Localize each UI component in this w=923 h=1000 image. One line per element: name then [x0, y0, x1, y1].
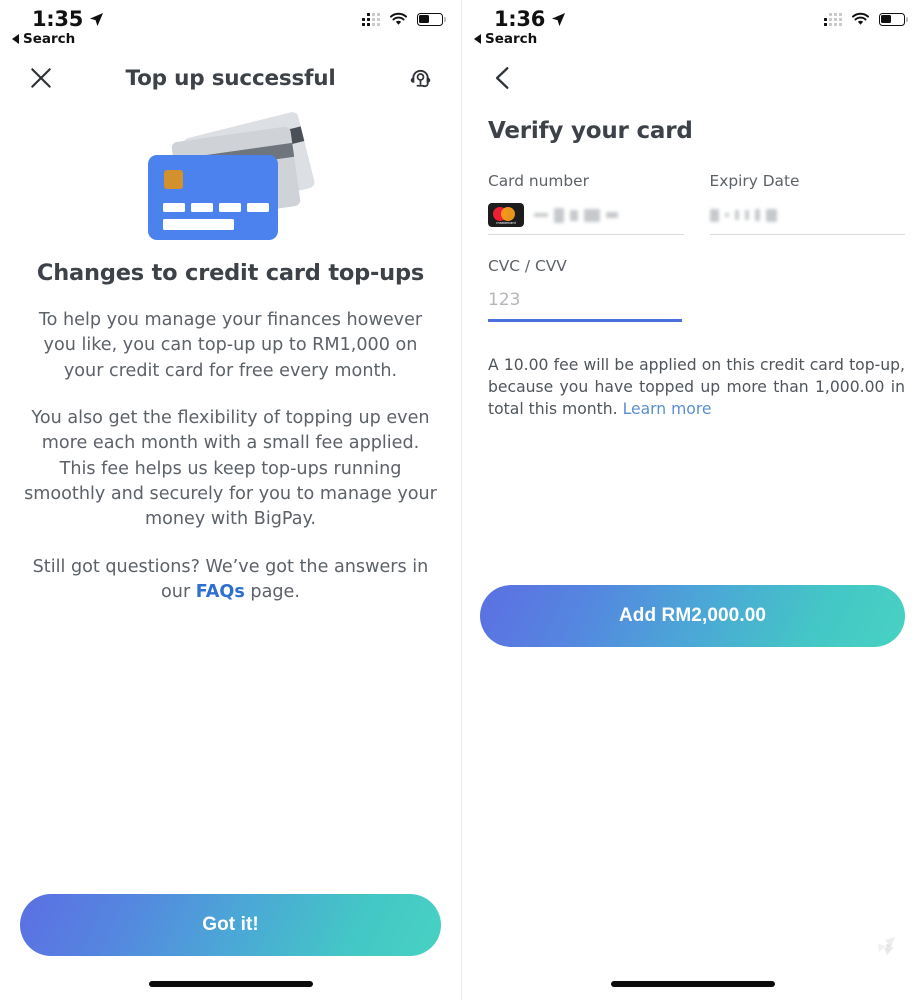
faq-paragraph: Still got questions? We’ve got the answe… — [24, 555, 438, 606]
card-number-underline — [488, 234, 684, 235]
got-it-button[interactable]: Got it! — [20, 894, 441, 956]
wifi-icon — [851, 12, 870, 25]
cellular-signal-icon — [824, 12, 842, 26]
status-indicators — [824, 12, 908, 26]
status-back-to-search[interactable]: Search — [12, 31, 75, 47]
card-number-blocks — [162, 203, 269, 212]
close-icon — [31, 68, 51, 88]
status-back-label: Search — [485, 31, 538, 47]
front-card — [147, 155, 278, 240]
body-paragraph-1: To help you manage your finances however… — [38, 310, 423, 381]
cvc-field[interactable]: CVC / CVV 123 — [488, 257, 682, 322]
left-screen: 1:35 Search Top up successful Changes to… — [0, 0, 461, 1000]
faq-text-after: page. — [244, 581, 300, 602]
card-fields-row: Card number mastercard Expiry Date — [488, 172, 905, 235]
left-nav-bar: Top up successful — [0, 52, 461, 104]
card-name-block — [162, 219, 234, 230]
credit-cards-illustration — [146, 110, 316, 242]
wifi-icon — [389, 12, 408, 25]
right-status-bar: 1:36 Search — [462, 0, 923, 52]
expiry-date-value — [709, 202, 906, 228]
status-time: 1:35 — [32, 7, 84, 31]
verify-card-heading: Verify your card — [488, 118, 693, 144]
bigpay-logo-watermark — [878, 937, 895, 955]
support-button[interactable] — [403, 61, 437, 95]
right-nav-bar — [462, 52, 923, 104]
expiry-date-underline — [709, 234, 905, 235]
mastercard-yellow-circle — [501, 207, 515, 221]
page-title: Top up successful — [125, 65, 336, 91]
card-number-field[interactable]: Card number mastercard — [488, 172, 684, 235]
location-arrow-icon — [89, 12, 104, 26]
fee-note: A 10.00 fee will be applied on this cred… — [488, 354, 905, 420]
learn-more-link[interactable]: Learn more — [623, 400, 712, 418]
status-time-group: 1:35 — [32, 7, 104, 31]
battery-icon — [417, 12, 446, 26]
status-back-to-search[interactable]: Search — [474, 31, 537, 47]
body-paragraph-2: You also get the flexibility of topping … — [24, 407, 437, 530]
chevron-left-icon — [495, 67, 509, 89]
location-arrow-icon — [551, 12, 566, 26]
headset-support-icon — [410, 69, 430, 87]
status-back-label: Search — [23, 31, 76, 47]
back-triangle-icon — [474, 34, 481, 44]
lead-heading: Changes to credit card top-ups — [36, 260, 425, 286]
cvc-underline-focused — [488, 319, 682, 322]
right-screen: 1:36 Search Verify your card Card number… — [461, 0, 923, 1000]
close-button[interactable] — [24, 61, 58, 95]
cvc-value-row: 123 — [488, 287, 682, 313]
cellular-signal-icon — [362, 12, 380, 26]
status-time-group: 1:36 — [494, 7, 566, 31]
left-status-bar: 1:35 Search — [0, 0, 461, 52]
status-time: 1:36 — [494, 7, 546, 31]
faqs-link[interactable]: FAQs — [196, 582, 245, 602]
back-triangle-icon — [12, 34, 19, 44]
mastercard-wordmark: mastercard — [496, 221, 516, 225]
home-indicator — [148, 981, 313, 987]
card-number-label: Card number — [488, 172, 589, 190]
home-indicator — [610, 981, 775, 987]
expiry-date-label: Expiry Date — [709, 172, 800, 190]
expiry-date-field[interactable]: Expiry Date — [709, 172, 906, 235]
back-button[interactable] — [486, 61, 520, 95]
add-amount-button[interactable]: Add RM2,000.00 — [480, 585, 905, 647]
cvc-input[interactable]: 123 — [488, 290, 520, 310]
cvc-label: CVC / CVV — [488, 257, 567, 275]
card-number-redacted — [534, 207, 618, 223]
battery-icon — [879, 12, 908, 26]
dual-screenshot-container: 1:35 Search Top up successful Changes to… — [0, 0, 923, 1000]
status-indicators — [362, 12, 446, 26]
mastercard-icon: mastercard — [488, 203, 524, 227]
expiry-date-redacted — [709, 208, 777, 222]
card-number-value: mastercard — [488, 202, 684, 228]
card-chip-icon — [163, 170, 183, 189]
